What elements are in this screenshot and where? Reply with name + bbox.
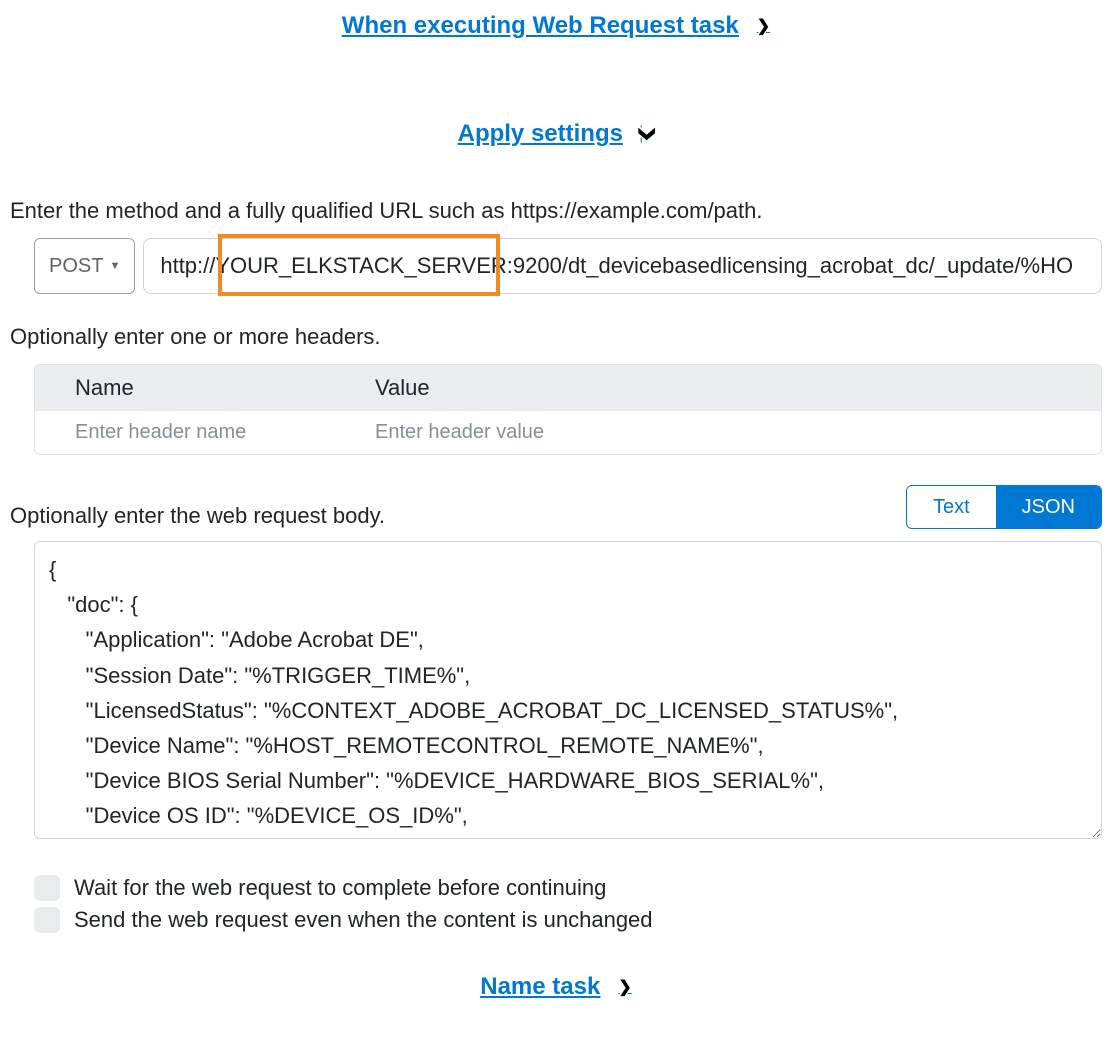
chevron-right-icon: ❯ [757,16,770,36]
method-url-label: Enter the method and a fully qualified U… [10,198,1102,224]
wait-checkbox-label[interactable]: Wait for the web request to complete bef… [74,875,606,901]
send-unchanged-checkbox-label[interactable]: Send the web request even when the conte… [74,907,653,933]
toggle-text-btn[interactable]: Text [907,486,996,528]
section-link-apply[interactable]: Apply settings ❯ [458,120,655,148]
headers-table: Name Value [34,364,1102,455]
caret-down-icon: ▼ [109,260,120,272]
wait-checkbox[interactable] [34,875,60,901]
header-value-input[interactable] [375,417,1101,448]
header-row [35,411,1101,454]
header-col-value: Value [335,375,1101,401]
http-method-select[interactable]: POST ▼ [34,238,135,294]
url-input[interactable] [143,238,1102,294]
section-link-executing-label: When executing Web Request task [342,12,739,40]
chevron-down-icon: ❯ [638,125,658,142]
chevron-right-icon: ❯ [618,977,631,997]
http-method-value: POST [49,255,103,278]
send-unchanged-checkbox[interactable] [34,907,60,933]
header-name-input[interactable] [75,417,335,448]
section-link-executing[interactable]: When executing Web Request task ❯ [342,12,770,40]
body-label: Optionally enter the web request body. [10,503,385,529]
section-link-apply-label: Apply settings [458,120,623,148]
section-link-name-task[interactable]: Name task ❯ [480,973,631,1001]
request-body-textarea[interactable] [34,541,1102,839]
body-format-toggle: Text JSON [906,485,1102,529]
toggle-json-btn[interactable]: JSON [996,486,1101,528]
header-col-name: Name [35,375,335,401]
headers-head: Name Value [35,365,1101,411]
headers-label: Optionally enter one or more headers. [10,324,1102,350]
section-link-name-task-label: Name task [480,973,600,1001]
